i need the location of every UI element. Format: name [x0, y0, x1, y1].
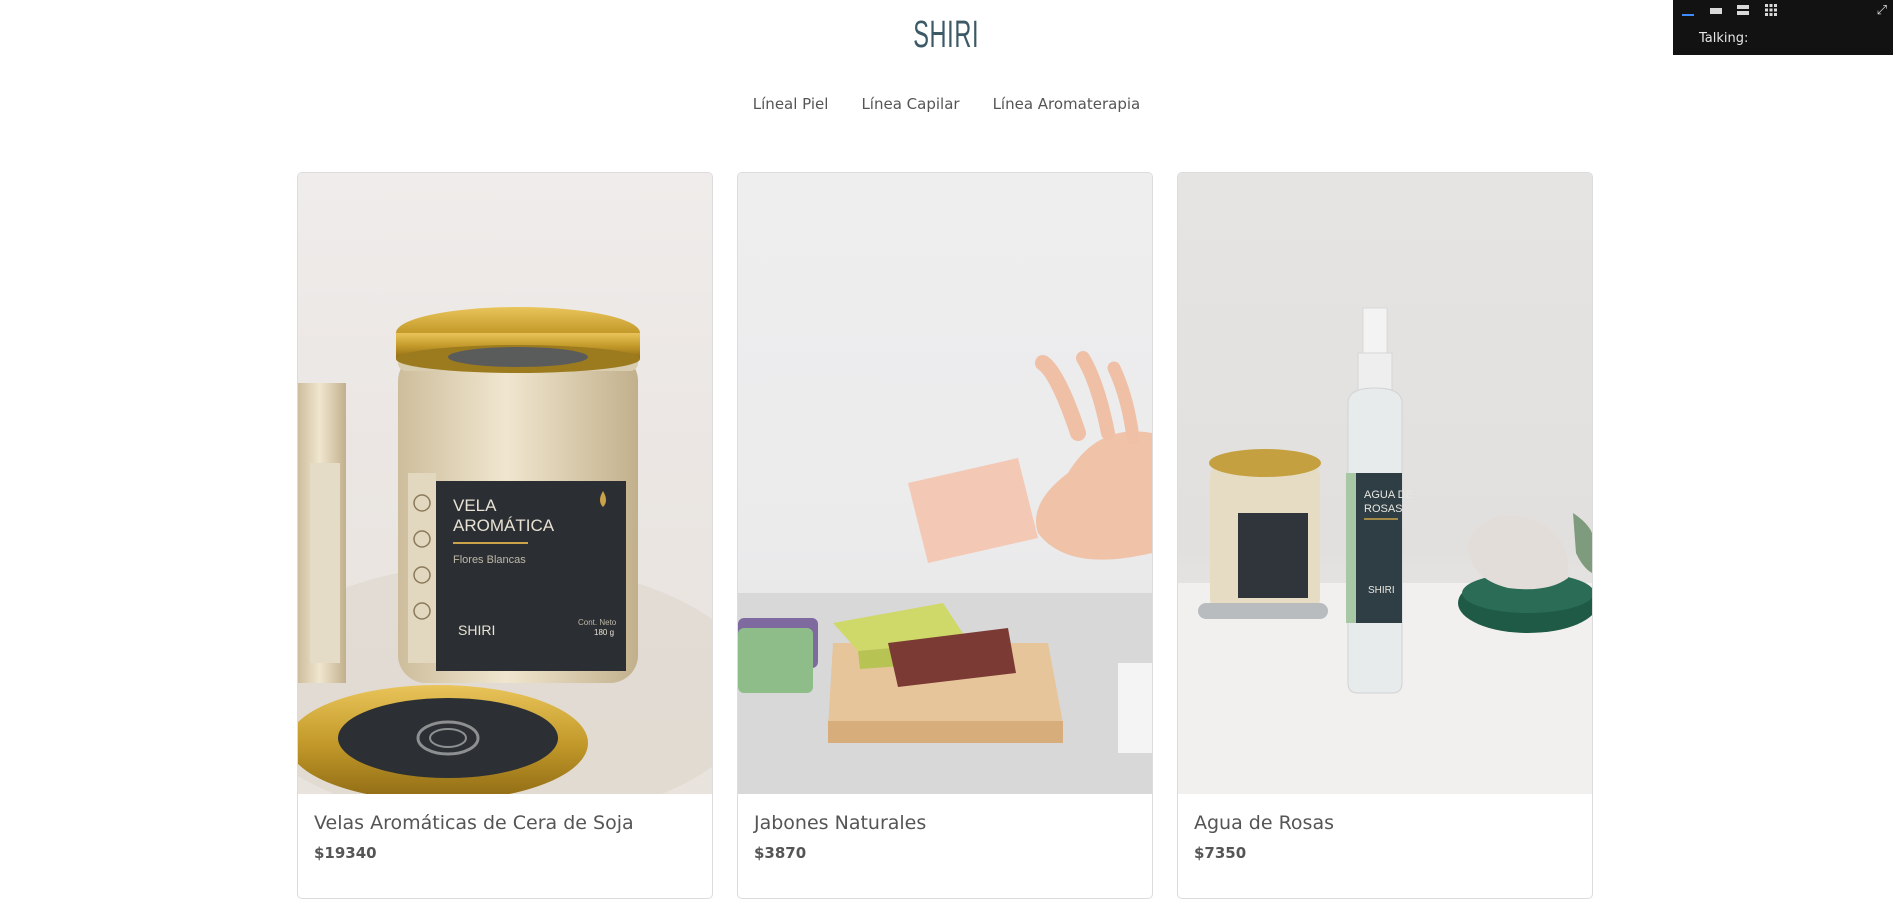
jar-label-line-1: VELA [453, 496, 497, 515]
talking-label: Talking: [1699, 31, 1749, 46]
jar-label-sub: Flores Blancas [453, 554, 526, 566]
bottle-label-line-2: ROSAS [1364, 503, 1403, 515]
product-card-body: Velas Aromáticas de Cera de Soja $19340 [298, 794, 712, 880]
product-image-agua-rosas[interactable]: AGUA DE ROSAS SHIRI [1178, 173, 1592, 794]
product-card-jabones[interactable]: Jabones Naturales $3870 [737, 172, 1153, 899]
product-grid: VELA AROMÁTICA Flores Blancas SHIRI Cont… [297, 172, 1593, 899]
nav-item-linea-aromaterapia[interactable]: Línea Aromaterapia [993, 95, 1141, 113]
jar-label-weight: 180 g [594, 628, 614, 637]
product-card-velas[interactable]: VELA AROMÁTICA Flores Blancas SHIRI Cont… [297, 172, 713, 899]
product-image-velas[interactable]: VELA AROMÁTICA Flores Blancas SHIRI Cont… [298, 173, 712, 794]
main-nav: Líneal Piel Línea Capilar Línea Aromater… [0, 95, 1893, 113]
jar-label-net: Cont. Neto [578, 618, 617, 627]
layout-grid-icon[interactable] [1764, 4, 1778, 16]
minimize-icon[interactable] [1681, 4, 1695, 16]
product-title[interactable]: Agua de Rosas [1194, 812, 1576, 834]
product-card-agua-rosas[interactable]: AGUA DE ROSAS SHIRI Agua de Rosas $7350 [1177, 172, 1593, 899]
jar-label-line-2: AROMÁTICA [453, 516, 555, 535]
product-price: $19340 [314, 844, 377, 862]
bottle-label-line-1: AGUA DE [1364, 489, 1413, 501]
nav-item-lineal-piel[interactable]: Líneal Piel [753, 95, 829, 113]
brand-logo[interactable]: SHIRI [0, 14, 1893, 57]
brand-logo-text: SHIRI [913, 14, 980, 56]
product-card-body: Agua de Rosas $7350 [1178, 794, 1592, 880]
product-price: $3870 [754, 844, 807, 862]
product-title[interactable]: Velas Aromáticas de Cera de Soja [314, 812, 696, 834]
nav-item-linea-capilar[interactable]: Línea Capilar [861, 95, 959, 113]
product-image-jabones[interactable] [738, 173, 1152, 794]
voice-widget: ⤢ Talking: [1673, 0, 1893, 55]
layout-rows-icon[interactable] [1736, 4, 1750, 16]
product-price: $7350 [1194, 844, 1247, 862]
jar-label-brand: SHIRI [458, 622, 495, 638]
bottle-label-brand: SHIRI [1368, 585, 1395, 596]
layout-single-icon[interactable] [1709, 4, 1723, 16]
product-title[interactable]: Jabones Naturales [754, 812, 1136, 834]
expand-icon[interactable]: ⤢ [1877, 3, 1887, 18]
product-card-body: Jabones Naturales $3870 [738, 794, 1152, 880]
